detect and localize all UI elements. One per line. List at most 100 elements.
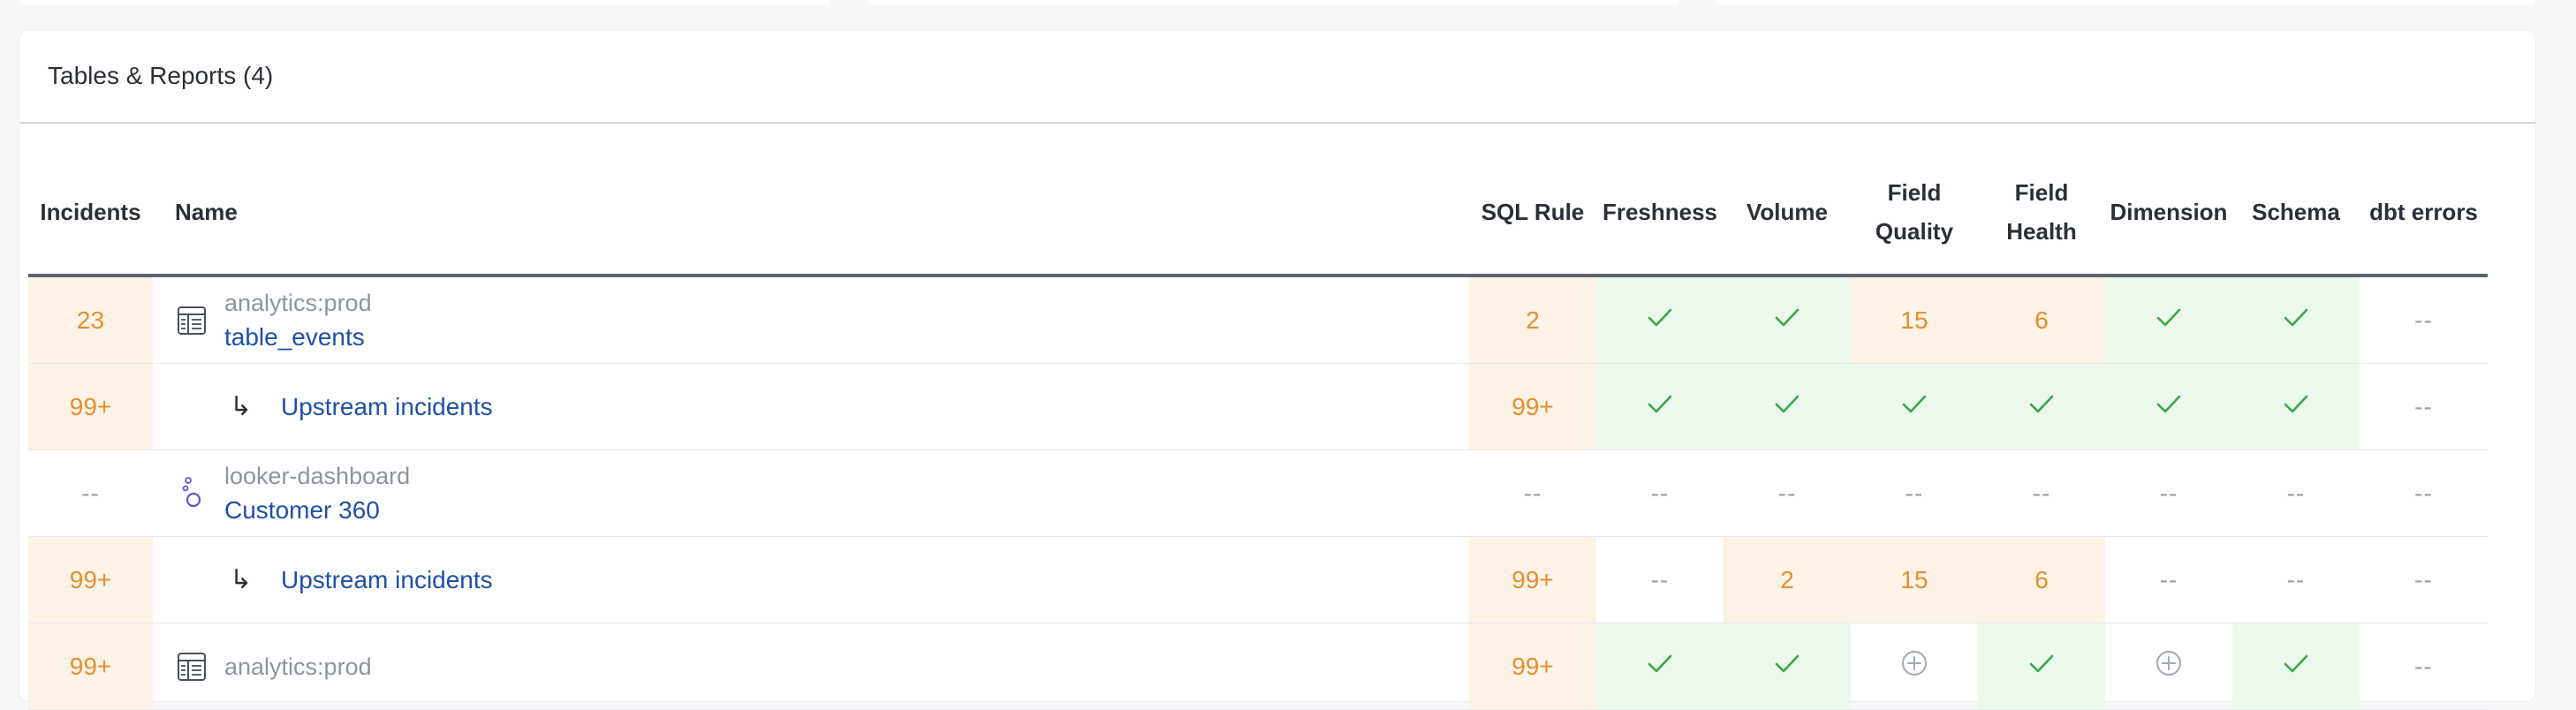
schema-cell[interactable]	[2232, 623, 2360, 709]
incidents-cell[interactable]: 99+	[28, 537, 153, 623]
asset-source: analytics:prod	[224, 289, 372, 316]
name-cell[interactable]: ↳ Upstream incidents	[153, 537, 1469, 623]
field-health-cell[interactable]: --	[1978, 450, 2105, 536]
col-dbt-errors[interactable]: dbt errors	[2360, 193, 2488, 231]
check-icon	[1901, 393, 1928, 421]
check-icon	[2028, 653, 2055, 681]
count-value: 15	[1900, 565, 1928, 593]
check-icon	[1774, 393, 1800, 421]
incidents-cell[interactable]: --	[28, 450, 153, 536]
col-incidents[interactable]: Incidents	[28, 193, 153, 231]
name-cell[interactable]: ↳ Upstream incidents	[153, 364, 1469, 449]
sql-rule-cell[interactable]: 99+	[1469, 364, 1596, 449]
check-icon	[1647, 393, 1673, 421]
empty-value: --	[2414, 479, 2433, 507]
incidents-cell[interactable]: 23	[28, 277, 153, 363]
field-quality-cell[interactable]	[1851, 364, 1978, 449]
col-sql-rule[interactable]: SQL Rule	[1469, 193, 1596, 231]
dimension-cell[interactable]	[2105, 277, 2232, 363]
dbt-errors-cell[interactable]: --	[2360, 364, 2488, 449]
volume-cell[interactable]: 2	[1724, 537, 1851, 623]
sql-rule-cell[interactable]: 99+	[1469, 537, 1596, 623]
top-card-edge	[19, 0, 830, 5]
empty-value: --	[1905, 479, 1924, 507]
incidents-cell[interactable]: 99+	[28, 623, 153, 709]
volume-cell[interactable]	[1724, 623, 1851, 709]
field-quality-cell[interactable]: 15	[1851, 277, 1978, 363]
col-schema[interactable]: Schema	[2232, 193, 2360, 231]
incidents-cell[interactable]: 99+	[28, 364, 153, 449]
table-icon	[175, 304, 208, 337]
col-field-quality[interactable]: Field Quality	[1851, 173, 1978, 251]
check-icon	[2283, 306, 2309, 335]
upstream-incidents-link[interactable]: Upstream incidents	[281, 393, 493, 421]
empty-value: --	[2286, 565, 2306, 593]
dimension-cell[interactable]	[2105, 364, 2232, 449]
field-health-cell[interactable]: 6	[1978, 277, 2105, 363]
count-value: 6	[2034, 565, 2049, 593]
freshness-cell[interactable]	[1596, 623, 1724, 709]
name-cell[interactable]: looker-dashboard Customer 360	[153, 450, 1469, 536]
field-health-cell[interactable]	[1978, 364, 2105, 449]
col-name[interactable]: Name	[153, 193, 1469, 231]
asset-name-link[interactable]: Customer 360	[224, 493, 410, 528]
upstream-incidents-link[interactable]: Upstream incidents	[281, 566, 493, 594]
col-volume[interactable]: Volume	[1724, 193, 1851, 231]
empty-value: --	[1650, 479, 1670, 507]
check-icon	[1647, 306, 1673, 335]
schema-cell[interactable]: --	[2232, 537, 2360, 623]
field-quality-cell[interactable]: --	[1851, 450, 1978, 536]
name-cell[interactable]: analytics:prod table_events	[153, 277, 1469, 363]
table-icon	[175, 650, 208, 684]
table-row[interactable]: 99+ ↳ Upstream incidents 99+ -- 2 15 6 -- -- --	[28, 537, 2488, 623]
field-health-cell[interactable]	[1978, 623, 2105, 709]
field-health-cell[interactable]: 6	[1978, 537, 2105, 623]
sql-rule-cell[interactable]: 99+	[1469, 623, 1596, 709]
field-quality-cell[interactable]: 15	[1851, 537, 1978, 623]
sql-rule-cell[interactable]: --	[1469, 450, 1596, 536]
col-freshness[interactable]: Freshness	[1596, 193, 1724, 231]
top-card-edge	[868, 0, 1678, 5]
count-value: 99+	[1512, 652, 1554, 680]
section-title: Tables & Reports (4)	[19, 30, 2535, 124]
check-icon	[1774, 306, 1800, 335]
dimension-cell[interactable]	[2105, 623, 2232, 709]
empty-value: --	[1523, 479, 1542, 507]
dimension-cell[interactable]: --	[2105, 537, 2232, 623]
schema-cell[interactable]: --	[2232, 450, 2360, 536]
freshness-cell[interactable]	[1596, 277, 1724, 363]
col-field-health[interactable]: Field Health	[1978, 173, 2105, 251]
check-icon	[2283, 393, 2309, 421]
volume-cell[interactable]	[1724, 277, 1851, 363]
looker-icon	[175, 476, 208, 510]
sql-rule-cell[interactable]: 2	[1469, 277, 1596, 363]
schema-cell[interactable]	[2232, 277, 2360, 363]
empty-value: --	[2286, 479, 2306, 507]
field-quality-cell[interactable]	[1851, 623, 1978, 709]
volume-cell[interactable]	[1724, 364, 1851, 449]
empty-value: --	[2414, 565, 2433, 593]
table-row[interactable]: 99+ analytics:prod 99+ --	[28, 623, 2488, 710]
table-row[interactable]: -- looker-dashboard Customer 360 -- -- -- -- --…	[28, 450, 2488, 537]
dbt-errors-cell[interactable]: --	[2360, 537, 2488, 623]
top-strip	[0, 0, 2576, 25]
check-icon	[2283, 653, 2309, 681]
asset-name-link[interactable]: table_events	[224, 320, 372, 355]
dimension-cell[interactable]: --	[2105, 450, 2232, 536]
name-cell[interactable]: analytics:prod	[153, 623, 1469, 709]
empty-value: --	[2159, 479, 2178, 507]
freshness-cell[interactable]: --	[1596, 450, 1724, 536]
table-row[interactable]: 99+ ↳ Upstream incidents 99+ --	[28, 364, 2488, 450]
dbt-errors-cell[interactable]: --	[2360, 623, 2488, 709]
col-dimension[interactable]: Dimension	[2105, 193, 2232, 231]
schema-cell[interactable]	[2232, 364, 2360, 449]
table-row[interactable]: 23 analytics:prod table_events 2 15 6 --	[28, 277, 2488, 364]
freshness-cell[interactable]: --	[1596, 537, 1724, 623]
dbt-errors-cell[interactable]: --	[2360, 450, 2488, 536]
dbt-errors-cell[interactable]: --	[2360, 277, 2488, 363]
add-monitor-icon[interactable]	[1900, 649, 1928, 684]
add-monitor-icon[interactable]	[2155, 649, 2183, 684]
volume-cell[interactable]: --	[1724, 450, 1851, 536]
freshness-cell[interactable]	[1596, 364, 1724, 449]
empty-value: --	[2032, 479, 2051, 507]
